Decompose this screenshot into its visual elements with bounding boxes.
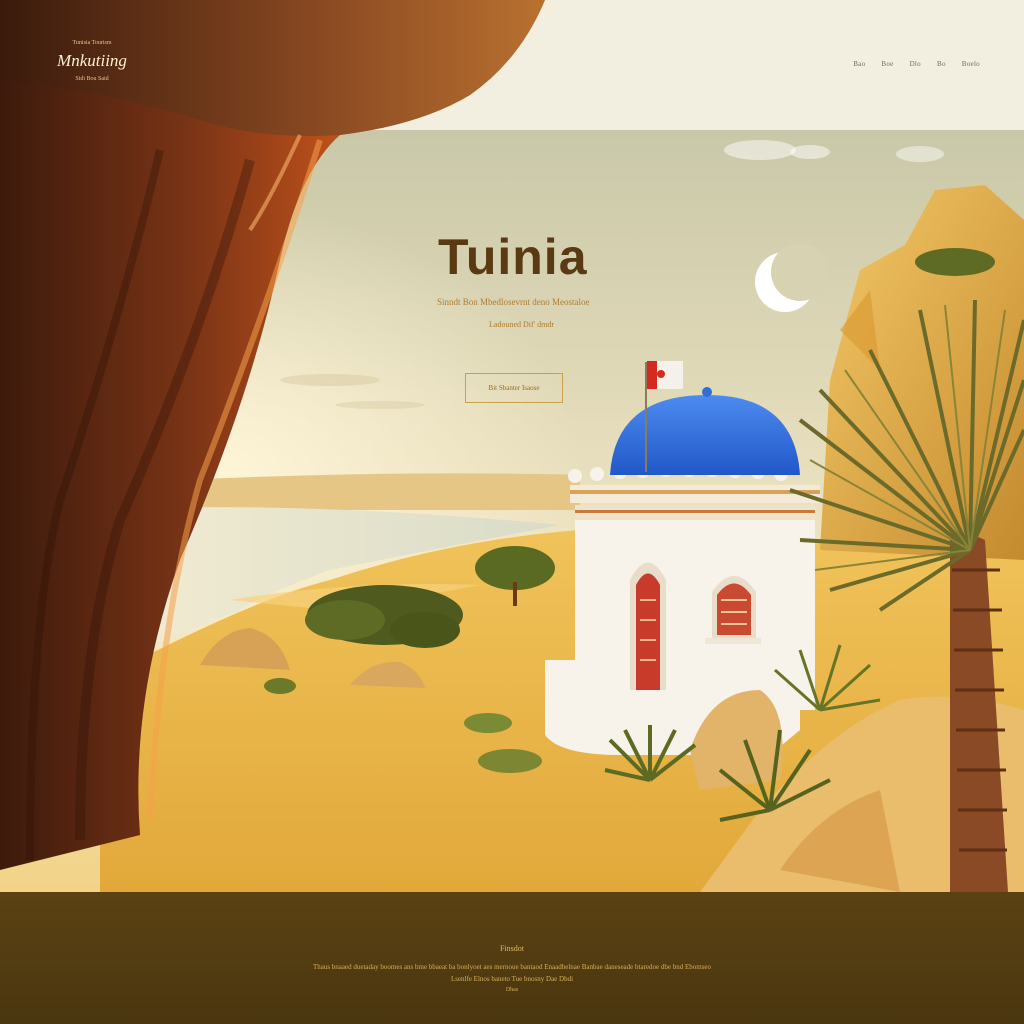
nav-link-4[interactable]: Bo [937,60,946,68]
site-footer: Finsdot Thaus bnaaed duetaday boomes ans… [0,892,1024,1024]
footer-text-line-3: Dhas [505,987,519,993]
nav-link-3[interactable]: Dlo [910,60,921,68]
logo-tagline-bottom: Sidi Bou Said [75,76,109,82]
top-bar: Bao Boe Dlo Bo Boelo [0,0,1024,130]
footer-title: Finsdot [499,944,524,953]
main-nav: Bao Boe Dlo Bo Boelo [853,60,980,68]
cta-button[interactable]: Bit Sbanter Isaose [465,373,563,403]
hero-title: Tuinia [438,229,588,285]
site-logo[interactable]: Tunisia Tourism Mnkutiing Sidi Bou Said [46,40,138,82]
hero-subtitle-secondary: Ladouned Dif' dmdr [489,320,554,329]
nav-link-2[interactable]: Boe [881,60,893,68]
hero-content: Tuinia Sinndt Bon Mbedlosevrnt deno Meos… [0,130,1024,892]
logo-tagline-top: Tunisia Tourism [72,40,112,46]
hero-section: Tuinia Sinndt Bon Mbedlosevrnt deno Meos… [0,130,1024,892]
hero-subtitle: Sinndt Bon Mbedlosevrnt deno Meostaloe [437,297,590,307]
nav-link-5[interactable]: Boelo [962,60,980,68]
footer-text-line-1: Thaus bnaaed duetaday boomes ans bme bba… [312,963,712,971]
footer-text-line-2: Lsenlfe Elnos baneto Tue bnosny Dae Dbdi [450,975,574,983]
logo-wordmark: Mnkutiing [57,51,127,70]
nav-link-1[interactable]: Bao [853,60,865,68]
